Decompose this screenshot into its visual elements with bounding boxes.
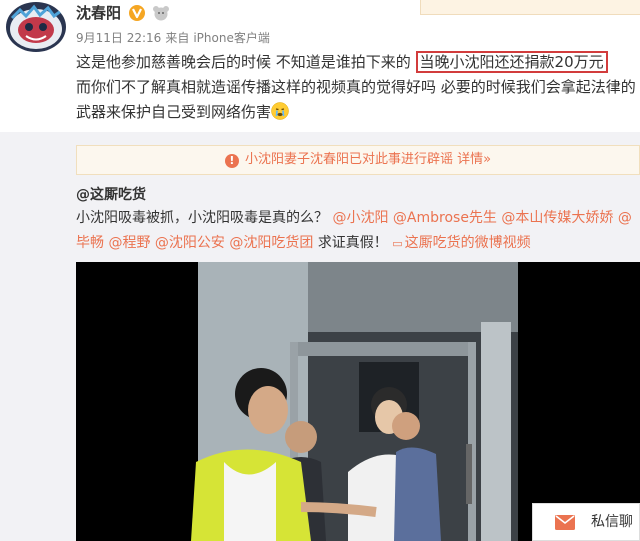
highlighted-text: 当晚小沈阳还还捐款20万元: [415, 51, 608, 73]
top-notice-strip: [420, 0, 640, 15]
repost-text-end: 求证真假！: [317, 235, 388, 251]
repost-text: 小沈阳吸毒被抓，小沈阳吸毒是真的么？ @小沈阳 @Ambrose先生 @本山传媒…: [76, 206, 636, 256]
video-link-icon: ▭: [392, 237, 403, 250]
post-author-name[interactable]: 沈春阳: [76, 4, 121, 22]
rumor-detail-link[interactable]: 详情»: [457, 152, 491, 167]
mention-link[interactable]: @小沈阳: [332, 210, 388, 226]
member-icon: [153, 6, 169, 21]
private-message-bar[interactable]: 私信聊: [532, 503, 640, 541]
crying-emoji-icon: [271, 102, 289, 120]
warning-icon: !: [224, 154, 239, 168]
rumor-notice-text: 小沈阳妻子沈春阳已对此事进行辟谣: [244, 152, 453, 167]
post-date[interactable]: 9月11日 22:16: [76, 31, 161, 45]
video-player[interactable]: [76, 262, 640, 541]
mention-link[interactable]: @Ambrose先生: [393, 210, 497, 226]
verified-badge-icon: [129, 5, 145, 21]
from-label: 来自: [165, 31, 190, 45]
post-source[interactable]: iPhone客户端: [193, 31, 270, 45]
rumor-notice-bar[interactable]: ! 小沈阳妻子沈春阳已对此事进行辟谣 详情»: [76, 145, 640, 175]
video-link-text: 这厮吃货的微博视频: [404, 235, 531, 251]
mention-link[interactable]: @程野: [108, 235, 150, 251]
repost-text-start: 小沈阳吸毒被抓，小沈阳吸毒是真的么？: [76, 210, 328, 226]
repost-author[interactable]: @这厮吃货: [76, 186, 146, 204]
mention-link[interactable]: @本山传媒大娇娇: [501, 210, 613, 226]
post-text: 这是他参加慈善晚会后的时候 不知道是谁拍下来的 当晚小沈阳还还捐款20万元 而你…: [76, 50, 636, 125]
mention-link[interactable]: @沈阳吃货团: [229, 235, 313, 251]
avatar[interactable]: [6, 2, 66, 52]
video-frame: [76, 262, 640, 541]
mail-icon: [555, 515, 575, 530]
post-text-after: 而你们不了解真相就造谣传播这样的视频真的觉得好吗 必要的时候我们会拿起法律的武器…: [76, 78, 636, 121]
video-link[interactable]: ▭ 这厮吃货的微博视频: [392, 235, 530, 251]
private-message-label: 私信聊: [591, 514, 633, 530]
post-meta: 9月11日 22:16 来自 iPhone客户端: [76, 31, 274, 45]
post-text-before: 这是他参加慈善晚会后的时候 不知道是谁拍下来的: [76, 53, 416, 71]
mention-link[interactable]: @沈阳公安: [155, 235, 225, 251]
